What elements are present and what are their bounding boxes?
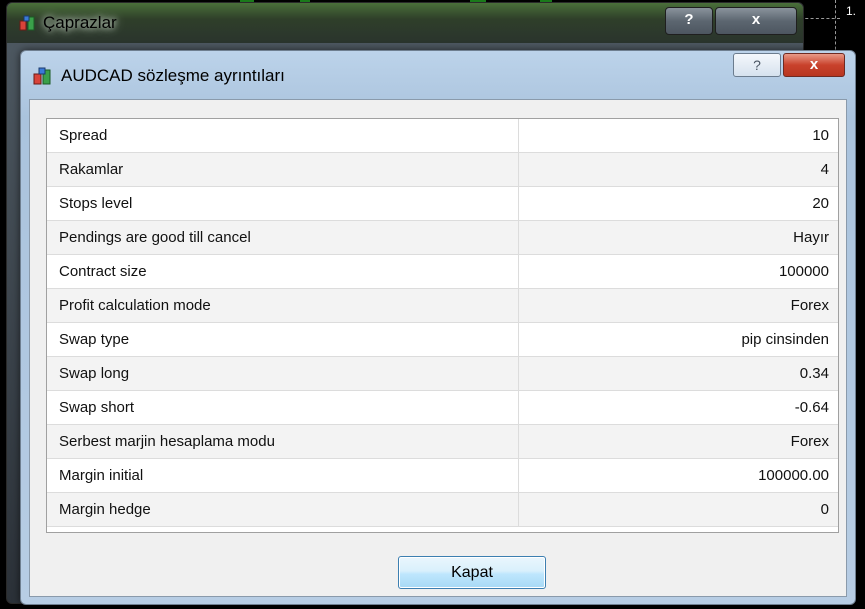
window-titlebar[interactable]: Çaprazlar ? x <box>7 3 803 43</box>
row-label: Swap long <box>59 365 130 382</box>
window-title: Çaprazlar <box>43 13 117 32</box>
row-label: Margin initial <box>59 467 144 484</box>
row-value: Forex <box>790 433 829 450</box>
row-label: Serbest marjin hesaplama modu <box>59 433 275 450</box>
table-row: Swap long 0.34 <box>47 357 838 391</box>
row-label: Rakamlar <box>59 161 124 178</box>
row-value: -0.64 <box>794 399 829 416</box>
app-icon <box>33 67 51 85</box>
dialog-title: AUDCAD sözleşme ayrıntıları <box>61 66 285 85</box>
row-value: 0.34 <box>799 365 829 382</box>
crosshair-line <box>800 18 840 19</box>
row-value: Forex <box>790 297 829 314</box>
row-label: Contract size <box>59 263 147 280</box>
help-button[interactable]: ? <box>733 53 781 77</box>
row-label: Pendings are good till cancel <box>59 229 251 246</box>
price-label: 1. <box>846 4 857 18</box>
table-row: Serbest marjin hesaplama modu Forex <box>47 425 838 459</box>
row-value: pip cinsinden <box>741 331 829 348</box>
row-value: Hayır <box>793 229 829 246</box>
table-row: Margin initial 100000.00 <box>47 459 838 493</box>
row-label: Stops level <box>59 195 133 212</box>
row-value: 4 <box>820 161 829 178</box>
table-row: Swap short -0.64 <box>47 391 838 425</box>
row-label: Swap short <box>59 399 135 416</box>
row-label: Profit calculation mode <box>59 297 211 314</box>
table-row: Swap type pip cinsinden <box>47 323 838 357</box>
row-value: 20 <box>812 195 829 212</box>
table-row: Spread 10 <box>47 119 838 153</box>
close-button[interactable]: x <box>715 7 797 35</box>
app-icon <box>19 15 35 31</box>
table-row: Margin hedge 0 <box>47 493 838 527</box>
row-label: Margin hedge <box>59 501 151 518</box>
row-value: 0 <box>820 501 829 518</box>
close-dialog-button[interactable]: Kapat <box>398 556 546 589</box>
table-row: Pendings are good till cancel Hayır <box>47 221 838 255</box>
table-row: Profit calculation mode Forex <box>47 289 838 323</box>
contract-details-table: Spread 10 Rakamlar 4 Stops level 20 Pend… <box>46 118 839 533</box>
contract-details-dialog: AUDCAD sözleşme ayrıntıları ? x Spread 1… <box>20 50 856 605</box>
row-value: 100000.00 <box>758 467 829 484</box>
table-row: Stops level 20 <box>47 187 838 221</box>
dialog-titlebar[interactable]: AUDCAD sözleşme ayrıntıları ? x <box>21 51 855 99</box>
row-value: 100000 <box>778 263 829 280</box>
row-label: Swap type <box>59 331 130 348</box>
table-row: Rakamlar 4 <box>47 153 838 187</box>
dialog-body: Spread 10 Rakamlar 4 Stops level 20 Pend… <box>29 99 847 597</box>
row-value: 10 <box>812 127 829 144</box>
table-row: Contract size 100000 <box>47 255 838 289</box>
help-button[interactable]: ? <box>665 7 713 35</box>
close-button[interactable]: x <box>783 53 845 77</box>
row-label: Spread <box>59 127 108 144</box>
